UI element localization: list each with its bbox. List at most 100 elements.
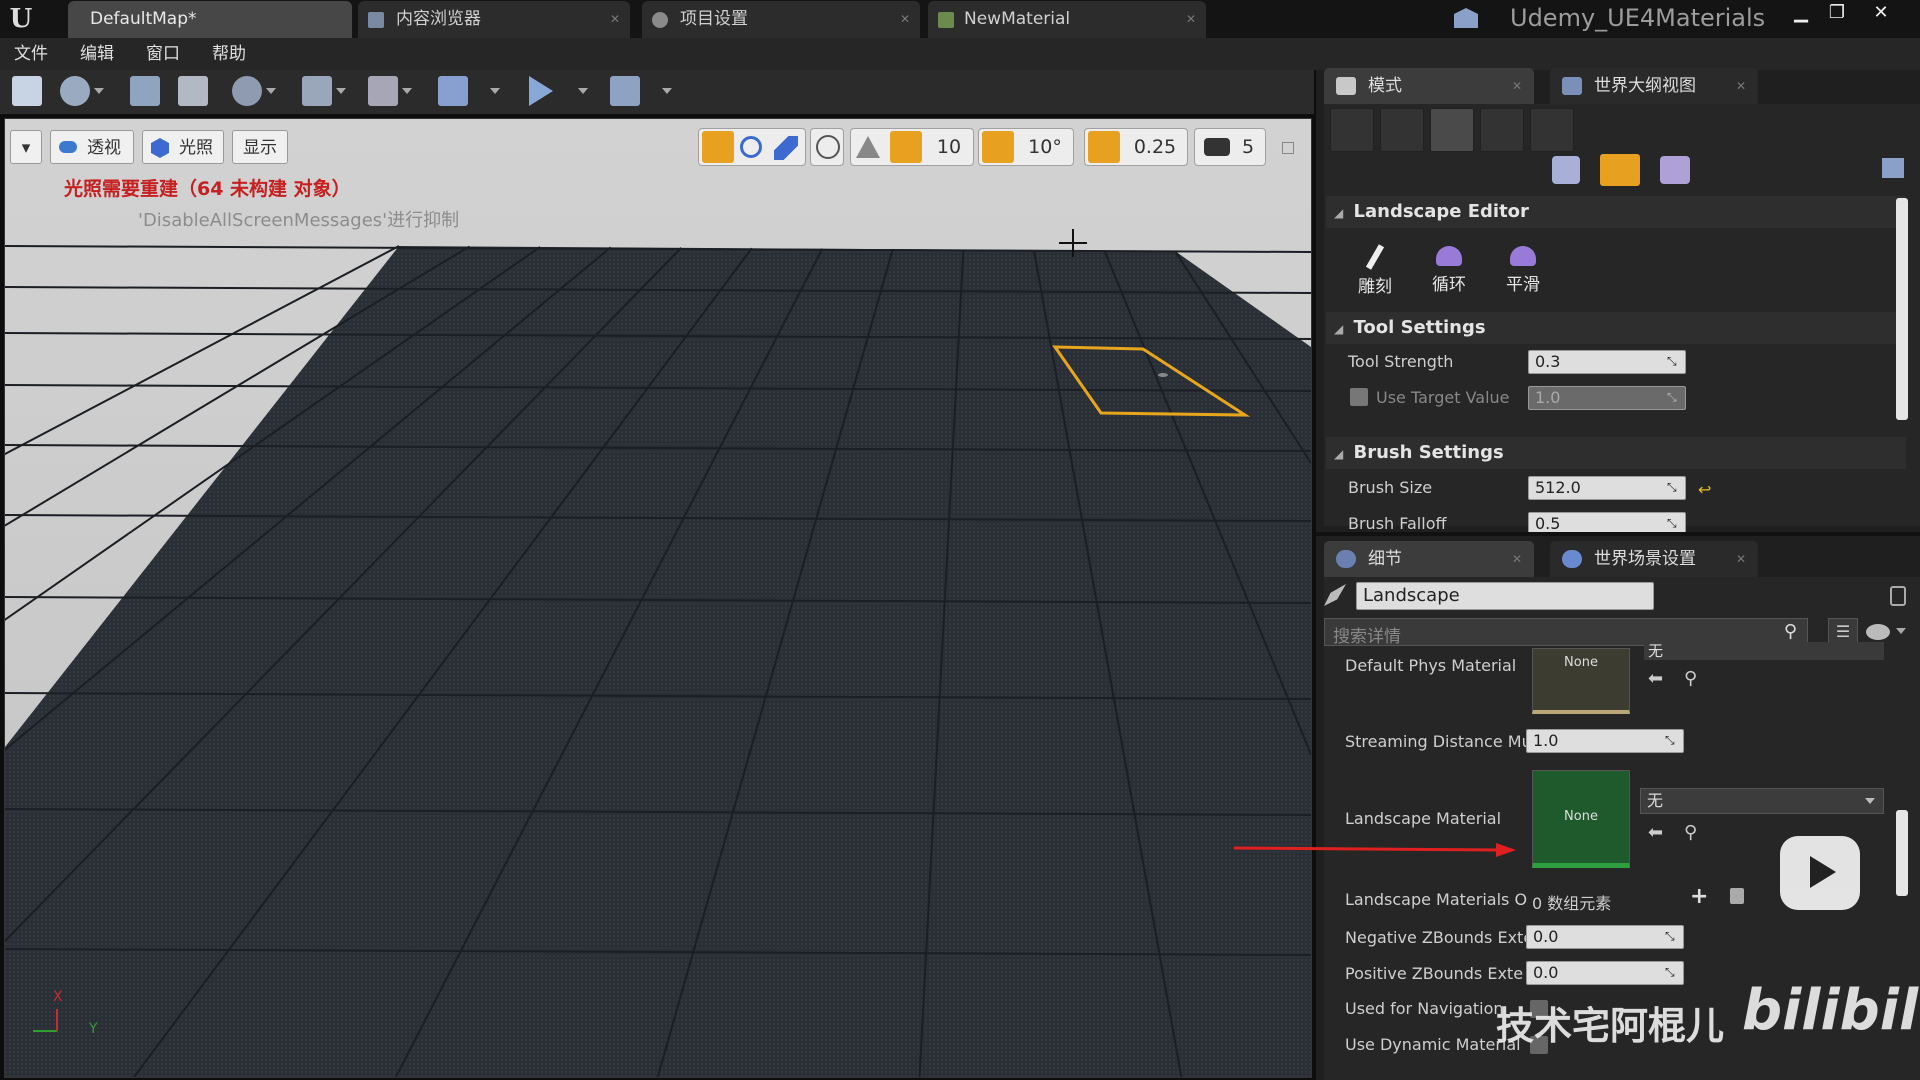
browse-icon[interactable]: ⚲ [1684, 668, 1697, 689]
foliage-mode-icon[interactable] [1480, 108, 1524, 152]
close-window-icon[interactable]: ✕ [1866, 2, 1896, 24]
search-icon[interactable]: ⚲ [1784, 621, 1797, 642]
tool-settings-header[interactable]: ◢ Tool Settings [1326, 312, 1906, 344]
expand-icon[interactable]: ⤡ [1665, 929, 1679, 943]
use-target-checkbox[interactable] [1350, 388, 1368, 406]
close-icon[interactable]: ✕ [1512, 68, 1522, 104]
source-control-icon[interactable] [60, 76, 90, 106]
translate-icon[interactable] [702, 131, 734, 163]
marketplace-icon[interactable] [178, 76, 208, 106]
tab-project-settings[interactable]: 项目设置 ✕ [642, 1, 920, 38]
rotation-snap-value[interactable]: 10° [1020, 131, 1070, 163]
details-scrollbar[interactable] [1896, 810, 1908, 896]
positive-zbounds-field[interactable]: 0.0 ⤡ [1526, 961, 1684, 985]
menu-edit[interactable]: 编辑 [80, 38, 114, 70]
close-icon[interactable]: ✕ [1186, 1, 1196, 38]
expand-icon[interactable]: ⤡ [1665, 965, 1679, 979]
level-viewport[interactable]: X Y [4, 118, 1312, 1078]
brush-settings-header[interactable]: ◢ Brush Settings [1326, 437, 1906, 469]
panel-settings-icon[interactable] [1882, 158, 1904, 178]
expand-icon[interactable]: ⤡ [1667, 516, 1681, 530]
blueprints-icon[interactable] [302, 76, 332, 106]
phys-material-dropdown[interactable]: 无 [1644, 642, 1884, 660]
tab-modes[interactable]: 模式 ✕ [1324, 68, 1534, 104]
tool-sculpt[interactable]: 雕刻 [1340, 240, 1410, 300]
settings-icon[interactable] [232, 76, 262, 106]
browse-icon[interactable]: ⚲ [1684, 822, 1697, 843]
viewport-options-button[interactable]: ▾ [10, 130, 42, 164]
sculpt-tab-icon[interactable] [1600, 154, 1640, 186]
expand-icon[interactable]: ⤡ [1667, 354, 1681, 368]
camera-speed-icon[interactable] [1204, 138, 1230, 156]
use-target-field[interactable]: 1.0 ⤡ [1528, 386, 1686, 410]
launch-icon[interactable] [610, 76, 640, 106]
show-button[interactable]: 显示 [232, 130, 288, 164]
landscape-mode-icon[interactable] [1430, 108, 1474, 152]
reset-icon[interactable]: ↩ [1698, 480, 1711, 499]
actor-name-field[interactable]: Landscape [1356, 582, 1654, 610]
grid-snap-icon[interactable] [890, 131, 922, 163]
cinematics-icon[interactable] [368, 76, 398, 106]
menu-window[interactable]: 窗口 [146, 38, 180, 70]
tab-content-browser[interactable]: 内容浏览器 ✕ [358, 1, 630, 38]
grid-snap-value[interactable]: 10 [928, 131, 970, 163]
rotate-icon[interactable] [740, 136, 762, 158]
rotation-snap-icon[interactable] [982, 131, 1014, 163]
menu-file[interactable]: 文件 [14, 38, 48, 70]
manage-tab-icon[interactable] [1552, 156, 1580, 184]
save-icon[interactable] [12, 76, 42, 106]
brush-size-field[interactable]: 512.0 ⤡ [1528, 476, 1686, 500]
landscape-material-thumbnail[interactable]: None [1532, 770, 1630, 868]
perspective-button[interactable]: 透视 [50, 130, 134, 164]
close-icon[interactable]: ✕ [610, 1, 620, 38]
eye-icon[interactable] [1866, 624, 1890, 640]
menu-help[interactable]: 帮助 [212, 38, 246, 70]
lock-icon[interactable] [1890, 586, 1906, 606]
scale-snap-value[interactable]: 0.25 [1126, 131, 1184, 163]
tab-details[interactable]: 细节 ✕ [1324, 541, 1534, 577]
chevron-down-icon[interactable] [490, 88, 500, 94]
geometry-mode-icon[interactable] [1530, 108, 1574, 152]
build-icon[interactable] [438, 76, 468, 106]
landscape-editor-header[interactable]: ◢ Landscape Editor [1326, 196, 1906, 228]
close-icon[interactable]: ✕ [1736, 541, 1746, 577]
chevron-down-icon[interactable] [662, 88, 672, 94]
scale-snap-icon[interactable] [1088, 131, 1120, 163]
chevron-down-icon[interactable] [94, 88, 104, 94]
add-element-icon[interactable]: + [1690, 884, 1708, 909]
modes-scrollbar[interactable] [1896, 198, 1908, 420]
tab-newmaterial[interactable]: NewMaterial ✕ [928, 1, 1206, 38]
expand-icon[interactable]: ⤡ [1665, 733, 1679, 747]
close-icon[interactable]: ✕ [900, 1, 910, 38]
chevron-down-icon[interactable] [1896, 628, 1906, 634]
close-icon[interactable]: ✕ [1736, 68, 1746, 104]
lit-button[interactable]: 光照 [142, 130, 224, 164]
use-selected-icon[interactable]: ⬅ [1648, 822, 1663, 843]
streaming-distance-field[interactable]: 1.0 ⤡ [1526, 729, 1684, 753]
chevron-down-icon[interactable] [266, 88, 276, 94]
minimize-icon[interactable]: ▁ [1786, 2, 1816, 24]
close-icon[interactable]: ✕ [1512, 541, 1522, 577]
content-icon[interactable] [130, 76, 160, 106]
tab-world-settings[interactable]: 世界场景设置 ✕ [1550, 541, 1758, 577]
chevron-down-icon[interactable] [578, 88, 588, 94]
expand-icon[interactable]: ⤡ [1667, 390, 1681, 404]
tab-defaultmap[interactable]: DefaultMap* [68, 1, 352, 38]
landscape-material-dropdown[interactable]: 无 [1640, 788, 1884, 814]
tool-cycle[interactable]: 循环 [1414, 240, 1484, 300]
use-selected-icon[interactable]: ⬅ [1648, 668, 1663, 689]
place-mode-icon[interactable] [1330, 108, 1374, 152]
negative-zbounds-field[interactable]: 0.0 ⤡ [1526, 925, 1684, 949]
chevron-down-icon[interactable] [402, 88, 412, 94]
globe-icon[interactable] [816, 135, 840, 159]
tool-smooth[interactable]: 平滑 [1488, 240, 1558, 300]
phys-material-thumbnail[interactable]: None [1532, 648, 1630, 714]
trash-icon[interactable] [1730, 888, 1744, 904]
camera-speed-value[interactable]: 5 [1234, 131, 1262, 163]
restore-icon[interactable]: ❐ [1822, 2, 1852, 24]
chevron-down-icon[interactable] [336, 88, 346, 94]
expand-icon[interactable]: ⤡ [1667, 480, 1681, 494]
paint-mode-icon[interactable] [1380, 108, 1424, 152]
paint-tab-icon[interactable] [1660, 156, 1690, 184]
tab-world-outliner[interactable]: 世界大纲视图 ✕ [1550, 68, 1758, 104]
